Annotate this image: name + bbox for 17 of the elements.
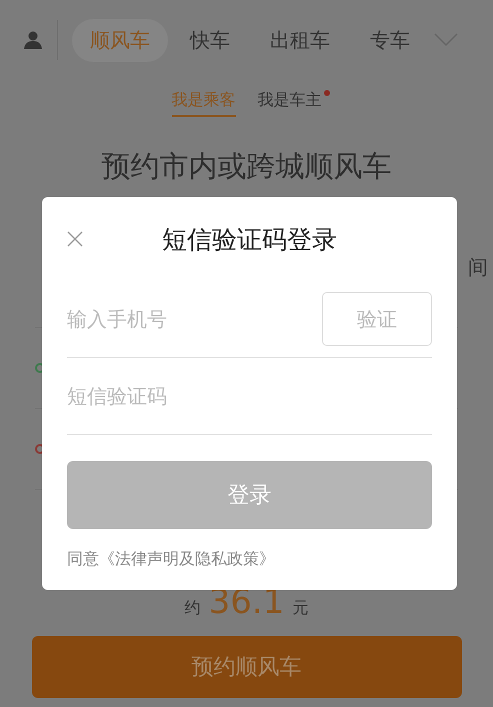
code-field[interactable]: 短信验证码	[67, 384, 432, 408]
verify-button[interactable]: 验证	[322, 292, 432, 346]
fare-unit: 元	[292, 598, 308, 619]
nav-tab[interactable]: 快车	[172, 18, 248, 62]
time-field[interactable]: 间	[468, 254, 488, 280]
dialog-title: 短信验证码登录	[162, 224, 337, 256]
nav-tab[interactable]: 出租车	[252, 18, 348, 62]
phone-field[interactable]: 输入手机号	[67, 307, 322, 331]
close-icon[interactable]	[67, 231, 83, 247]
agreement-text[interactable]: 同意《法律声明及隐私政策》	[67, 549, 275, 570]
page-heading: 预约市内或跨城顺风车	[100, 148, 392, 185]
nav-tab[interactable]: 顺风车	[72, 18, 168, 62]
role-tab[interactable]: 我是车主	[258, 86, 322, 117]
nav-tab[interactable]: 专车	[352, 18, 428, 62]
user-icon[interactable]	[23, 30, 43, 50]
fare-prefix: 约	[184, 598, 201, 619]
book-button[interactable]: 预约顺风车	[32, 636, 462, 698]
